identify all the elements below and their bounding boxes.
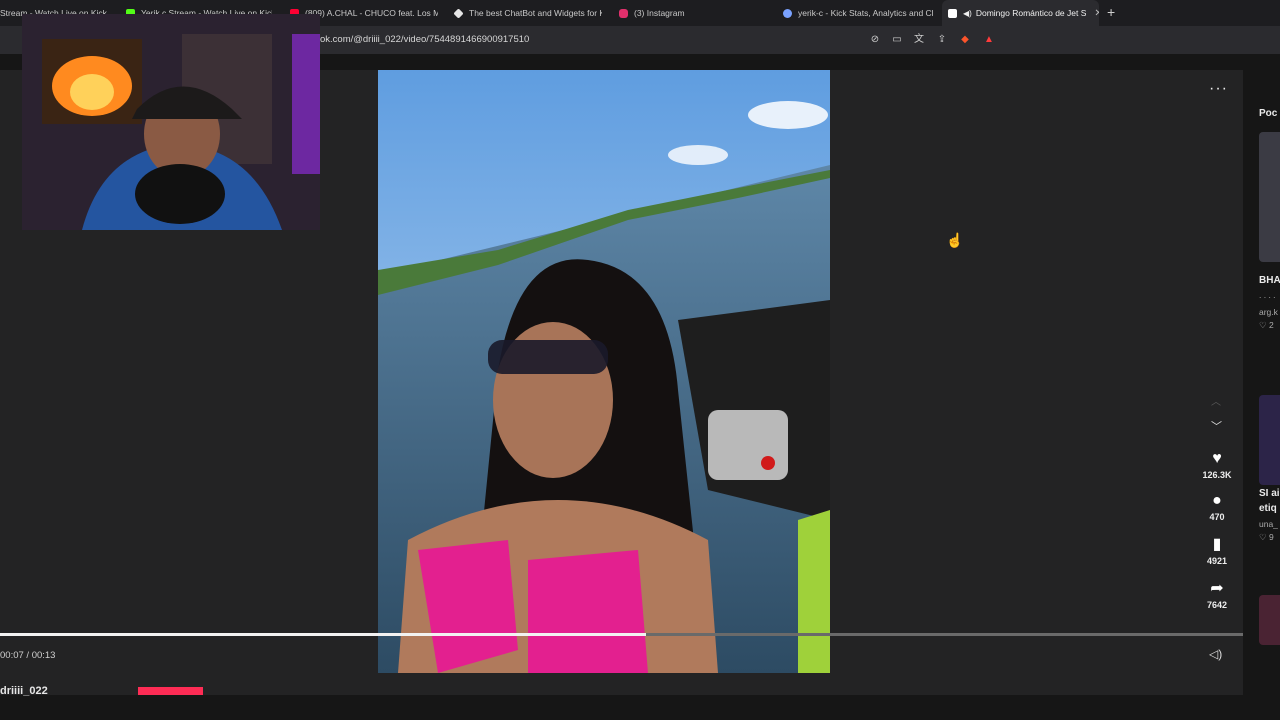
tab-label: (3) Instagram <box>634 8 685 18</box>
webcam-scene <box>22 14 320 230</box>
playback-time: 00:07 / 00:13 <box>0 650 56 661</box>
hand-cursor-icon: ☝ <box>946 232 964 248</box>
tab-label: (809) A.CHAL - CHUCO feat. Los Mir <box>305 8 438 18</box>
comment-button[interactable]: ● 470 <box>1196 492 1238 522</box>
tab-chatbot[interactable]: The best ChatBot and Widgets for Ki <box>454 0 602 26</box>
bookmark-count: 4921 <box>1206 556 1228 566</box>
brave-shield-icon[interactable]: ◆ <box>958 33 972 47</box>
heart-icon: ♥ <box>1212 450 1222 467</box>
rec-user[interactable]: una_ <box>1259 519 1278 529</box>
video-frame[interactable] <box>378 70 830 673</box>
tab-label: The best ChatBot and Widgets for Ki <box>469 8 602 18</box>
video-scene <box>378 70 830 673</box>
reader-icon[interactable]: ⊘ <box>868 33 882 47</box>
follow-button[interactable] <box>138 687 203 695</box>
bookmark-button[interactable]: ▮ 4921 <box>1196 536 1238 566</box>
progress-fill <box>0 633 647 636</box>
recommended-sidebar: Poc BHA . . . . arg.k ♡ 2 SI ai etiq una… <box>1256 70 1280 720</box>
share-button[interactable]: ➦ 7642 <box>1196 580 1238 610</box>
tiktok-icon <box>948 8 957 18</box>
comment-icon: ● <box>1212 492 1222 509</box>
next-video-icon[interactable]: ﹀ <box>1211 418 1222 434</box>
sidebar-title: Poc <box>1259 108 1278 119</box>
rewards-icon[interactable]: ▲ <box>982 33 996 47</box>
tab-label: Domingo Romántico de Jet S <box>975 8 1087 18</box>
previous-video-icon[interactable]: ︿ <box>1211 393 1221 408</box>
tab-kick-stats[interactable]: yerik-c - Kick Stats, Analytics and Cha <box>783 0 933 26</box>
comment-count: 470 <box>1209 512 1225 522</box>
rec-likes: ♡ 9 <box>1259 532 1274 542</box>
rec-user[interactable]: arg.k <box>1259 307 1278 317</box>
tab-tiktok-active[interactable]: ◀) Domingo Romántico de Jet S ✕ <box>942 0 1099 26</box>
volume-icon[interactable]: ◁) <box>1209 647 1222 661</box>
diamond-icon <box>454 7 464 19</box>
rec-title[interactable]: SI ai <box>1259 488 1280 499</box>
recommended-thumbnail[interactable] <box>1259 132 1280 262</box>
rec-title-line2: etiq <box>1259 503 1277 514</box>
recommended-thumbnail[interactable] <box>1259 395 1280 485</box>
author-username[interactable]: driiii_022 <box>0 685 48 697</box>
speaker-icon: ◀) <box>963 8 972 18</box>
tab-instagram[interactable]: (3) Instagram <box>619 0 769 26</box>
like-count: 126.3K <box>1202 470 1232 480</box>
share-count: 7642 <box>1206 600 1228 610</box>
rec-title[interactable]: BHA <box>1259 275 1280 286</box>
share-page-icon[interactable]: ⇪ <box>935 33 949 47</box>
bookmark-icon: ▮ <box>1212 536 1222 553</box>
rec-dots: . . . . <box>1259 290 1276 300</box>
more-options-icon[interactable]: ··· <box>1209 80 1228 98</box>
progress-bar[interactable] <box>0 633 1243 636</box>
close-tab-icon[interactable]: ✕ <box>1094 8 1099 19</box>
stats-icon <box>783 8 792 18</box>
streamer-webcam-overlay <box>22 14 320 230</box>
cast-icon[interactable]: ▭ <box>890 33 904 47</box>
url-field[interactable]: ok.com/@driiii_022/video/754489146690091… <box>320 34 529 45</box>
rec-likes: ♡ 2 <box>1259 320 1274 330</box>
instagram-icon <box>619 8 628 18</box>
share-icon: ➦ <box>1210 580 1224 597</box>
recommended-thumbnail[interactable] <box>1259 595 1280 645</box>
translate-icon[interactable]: 文 <box>912 33 926 47</box>
tab-label: yerik-c - Kick Stats, Analytics and Cha <box>798 8 933 18</box>
like-button[interactable]: ♥ 126.3K <box>1196 450 1238 480</box>
new-tab-icon[interactable]: + <box>1107 4 1115 20</box>
